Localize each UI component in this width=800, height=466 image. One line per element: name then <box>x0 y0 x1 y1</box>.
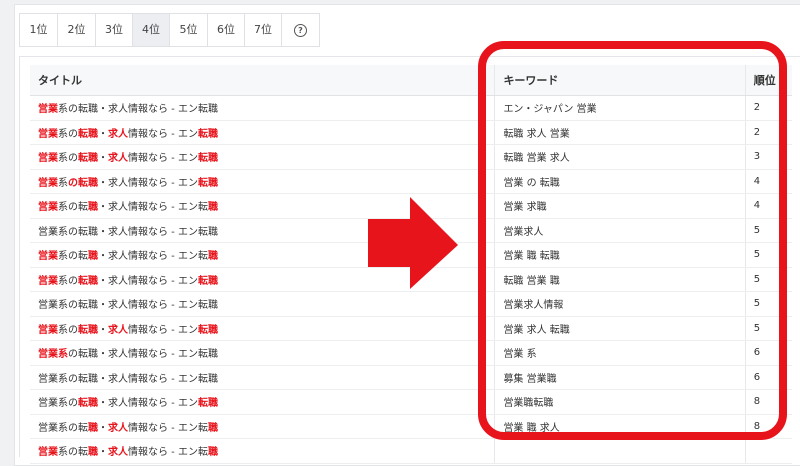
title-text: 営業系の転職・求人情報なら - エン転職 <box>38 373 218 385</box>
title-text: 系の転職・求人情報なら - エン転職 <box>58 104 218 116</box>
row-title: 営業系の転職・求人情報なら - エン転職 <box>30 438 495 464</box>
tab-rank-4[interactable]: 4位 <box>133 14 170 46</box>
title-text: 情報なら - エン <box>128 324 198 336</box>
title-highlight: 職 <box>207 251 218 263</box>
help-icon: ? <box>294 23 307 37</box>
title-text: 営業系の転職・求人情報なら - エン転職 <box>38 226 218 238</box>
title-text: ・求人情報なら - エン転 <box>98 202 208 214</box>
title-text: ・ <box>98 128 108 140</box>
tab-rank-5[interactable]: 5位 <box>170 14 208 46</box>
title-text: 系 <box>58 177 68 189</box>
row-title: 営業系の転職・求人情報なら - エン転職 <box>30 144 495 170</box>
title-text: ・求人情報なら - エン <box>98 275 198 287</box>
title-highlight: 転職 <box>78 275 98 287</box>
title-highlight: 転職 <box>78 128 98 140</box>
row-title: 営業系の転職・求人情報なら - エン転職 <box>30 291 495 317</box>
tab-rank-2[interactable]: 2位 <box>58 14 96 46</box>
title-highlight: の <box>68 177 78 189</box>
title-text: 系の転 <box>58 447 88 459</box>
title-highlight: 職 <box>88 447 98 459</box>
title-highlight: 求人 <box>108 324 128 336</box>
row-keyword <box>494 438 746 464</box>
title-highlight: 営業系 <box>38 349 68 361</box>
row-rank <box>744 438 792 464</box>
title-text: 系の <box>58 128 78 140</box>
title-text: 系の転 <box>58 202 88 214</box>
tab-help[interactable]: ? <box>282 14 319 46</box>
title-highlight: 転職 <box>78 324 98 336</box>
title-highlight: 転職 <box>78 398 98 410</box>
table-row: 営業系の転職・求人情報なら - エン転職 <box>30 438 792 464</box>
title-text: ・ <box>98 324 108 336</box>
title-text: ・求人情報なら - エン <box>98 398 198 410</box>
title-highlight: 転職 <box>197 153 218 165</box>
tab-rank-6[interactable]: 6位 <box>208 14 245 46</box>
row-title: 営業系の転職・求人情報なら - エン転職 <box>30 389 495 415</box>
title-text: 情報なら - エン転 <box>128 422 208 434</box>
title-text: 系の <box>58 153 78 165</box>
title-text: 系の転 <box>58 251 88 263</box>
title-highlight: 転職 <box>197 128 218 140</box>
row-title: 営業系の転職・求人情報なら - エン転職 <box>30 95 495 121</box>
title-highlight: 求人 <box>108 422 128 434</box>
title-highlight: 営業 <box>38 104 58 116</box>
title-highlight: 転職 <box>197 398 218 410</box>
title-highlight: 転職 <box>197 275 218 287</box>
title-text: 情報なら - エン <box>128 153 198 165</box>
title-highlight: 求人 <box>108 447 128 459</box>
title-highlight: 職 <box>88 251 98 263</box>
title-highlight: 営業 <box>38 177 58 189</box>
row-title: 営業系の転職・求人情報なら - エン転職 <box>30 414 495 439</box>
title-text: ・求人情報なら - エン転 <box>98 251 208 263</box>
title-highlight: 職 <box>88 422 98 434</box>
title-highlight: 営業 <box>38 202 58 214</box>
title-text: 系の <box>58 324 78 336</box>
highlight-frame <box>478 41 787 440</box>
title-text: 営業系の転 <box>38 422 88 434</box>
title-highlight: 職 <box>207 447 218 459</box>
rank-tabs: 1位 2位 3位 4位 5位 6位 7位? <box>19 13 320 47</box>
row-title: 営業系の転職・求人情報なら - エン転職 <box>30 340 495 366</box>
title-highlight: 転職 <box>78 153 98 165</box>
column-header-title: タイトル <box>30 65 495 96</box>
tab-rank-1[interactable]: 1位 <box>20 14 58 46</box>
title-text: 系の <box>58 275 78 287</box>
row-title: 営業系の転職・求人情報なら - エン転職 <box>30 169 495 194</box>
title-text: 情報なら - エン転 <box>128 447 208 459</box>
title-text: ・ <box>98 153 108 165</box>
title-highlight: 転職 <box>78 177 98 189</box>
title-text: ・ <box>98 447 108 459</box>
row-title: 営業系の転職・求人情報なら - エン転職 <box>30 120 495 145</box>
title-text: 営業系の <box>38 398 78 410</box>
title-text: ・求人情報なら - エン <box>98 177 198 189</box>
title-highlight: 職 <box>207 422 218 434</box>
title-highlight: 転職 <box>197 177 218 189</box>
title-highlight: 求人 <box>108 153 128 165</box>
title-highlight: 転職 <box>197 324 218 336</box>
right-arrow-icon <box>368 197 458 289</box>
row-title: 営業系の転職・求人情報なら - エン転職 <box>30 365 495 390</box>
tab-rank-7[interactable]: 7位 <box>245 14 282 46</box>
title-highlight: 職 <box>88 202 98 214</box>
title-highlight: 営業 <box>38 128 58 140</box>
title-highlight: 営業 <box>38 251 58 263</box>
title-text: ・ <box>98 422 108 434</box>
title-highlight: 営業 <box>38 447 58 459</box>
title-highlight: 営業 <box>38 153 58 165</box>
title-highlight: 営業 <box>38 324 58 336</box>
title-text: 情報なら - エン <box>128 128 198 140</box>
title-highlight: 職 <box>207 202 218 214</box>
tab-rank-3[interactable]: 3位 <box>96 14 133 46</box>
title-highlight: 営業 <box>38 275 58 287</box>
title-text: の転職・求人情報なら - エン転職 <box>68 349 218 361</box>
row-title: 営業系の転職・求人情報なら - エン転職 <box>30 316 495 341</box>
title-text: 営業系の転職・求人情報なら - エン転職 <box>38 300 218 312</box>
title-highlight: 求人 <box>108 128 128 140</box>
